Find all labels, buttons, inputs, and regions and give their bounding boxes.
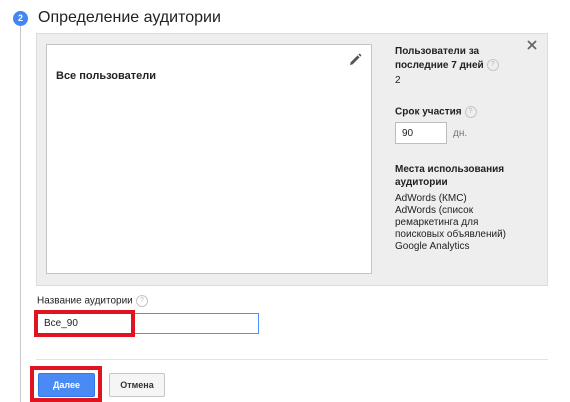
highlight-box — [34, 310, 135, 337]
divider — [36, 359, 548, 360]
duration-label: Срок участия? — [395, 106, 477, 118]
destination-item: Google Analytics — [395, 241, 470, 252]
help-icon[interactable]: ? — [135, 295, 148, 307]
highlight-box — [30, 366, 102, 402]
help-icon[interactable]: ? — [464, 106, 477, 118]
step-number-badge: 2 — [13, 11, 28, 26]
destination-item: AdWords (КМС) — [395, 193, 467, 204]
audience-name-label: Название аудитории? — [37, 295, 148, 307]
duration-unit: дн. — [453, 128, 468, 139]
users-count-label: Пользователи за последние 7 дней? — [395, 45, 525, 73]
segment-name: Все пользователи — [56, 70, 156, 82]
destination-item: AdWords (список ремаркетинга для поисков… — [395, 205, 507, 240]
close-icon[interactable] — [525, 38, 539, 52]
destinations-list: AdWords (КМС) AdWords (список ремаркетин… — [395, 193, 530, 253]
pencil-icon[interactable] — [348, 53, 362, 67]
duration-input[interactable] — [395, 122, 447, 144]
destinations-label: Места использования аудитории — [395, 164, 505, 188]
cancel-button[interactable]: Отмена — [109, 373, 165, 397]
step-title: Определение аудитории — [38, 9, 221, 26]
users-count-value: 2 — [395, 75, 401, 86]
segment-card: Все пользователи — [46, 44, 372, 274]
step-connector-line — [20, 26, 21, 402]
help-icon[interactable]: ? — [486, 59, 499, 72]
